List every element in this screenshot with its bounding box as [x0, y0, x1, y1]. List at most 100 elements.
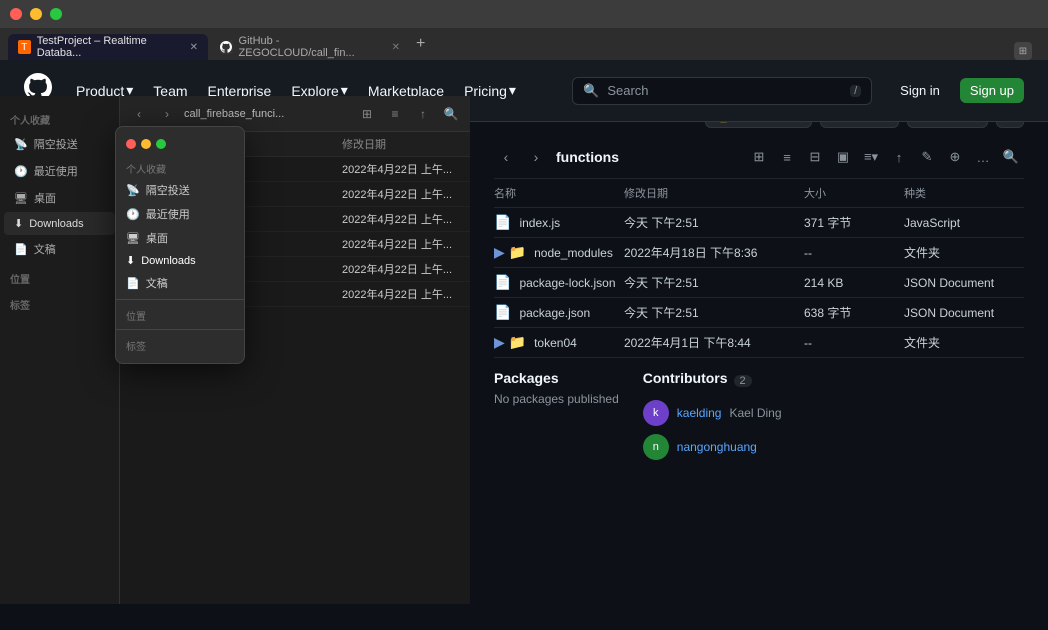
tab-close-2[interactable]: ✕ [392, 42, 400, 53]
finder-desktop-label: 桌面 [146, 230, 168, 246]
file-js-icon: 📄 [494, 214, 511, 231]
col-modified-header[interactable]: 修改日期 [624, 185, 804, 201]
table-row[interactable]: 📄 package.json 今天 下午2:51 638 字节 JSON Doc… [494, 298, 1024, 328]
fm-sidebar-tags-label: 标签 [0, 289, 119, 315]
fm-back-button[interactable]: ‹ [128, 103, 150, 125]
github-search[interactable]: 🔍 Search / [572, 77, 872, 105]
col-kind-header[interactable]: 种类 [904, 185, 1024, 201]
sidebar-sections: Packages No packages published Contribut… [470, 358, 1048, 460]
github-header-actions: Sign in Sign up [892, 78, 1024, 103]
popup-dot-green [156, 139, 166, 149]
finder-item-downloads[interactable]: ⬇ Downloads [116, 250, 244, 271]
fm-file-modified: 2022年4月22日 上午... [342, 236, 462, 252]
finder-desktop-icon: 🖥 [126, 232, 140, 245]
add-tab-button[interactable]: + [412, 35, 429, 53]
popup-dot-yellow [141, 139, 151, 149]
col-size-header[interactable]: 大小 [804, 185, 904, 201]
fm-sidebar-recent[interactable]: 🕐 最近使用 [4, 158, 115, 184]
contributor-avatar-1: k [643, 400, 669, 426]
ellipsis-button[interactable]: … [970, 144, 996, 170]
finder-item-documents[interactable]: 📄 文稿 [116, 271, 244, 295]
file-name-link[interactable]: index.js [519, 216, 560, 230]
upload-button[interactable]: ↑ [886, 144, 912, 170]
fm-sidebar-documents[interactable]: 📄 文稿 [4, 236, 115, 262]
file-size: 214 KB [804, 276, 904, 290]
view-action-button[interactable]: ≡▾ [858, 144, 884, 170]
explorer-back-button[interactable]: ‹ [494, 145, 518, 169]
view-columns-button[interactable]: ⊟ [802, 144, 828, 170]
finder-item-desktop[interactable]: 🖥 桌面 [116, 226, 244, 250]
finder-documents-label: 文稿 [146, 275, 168, 291]
window-minimize-dot[interactable] [30, 8, 42, 20]
contributor-name-2[interactable]: nangonghuang [677, 440, 757, 454]
fm-folder-modified: 2022年4月22日 上午... [342, 261, 462, 277]
explorer-view-buttons: ⊞ ≡ ⊟ ▣ ≡▾ ↑ ✎ ⊕ … 🔍 [746, 144, 1024, 170]
finder-divider-1 [116, 299, 244, 300]
signup-button[interactable]: Sign up [960, 78, 1024, 103]
folder-icon: ▶ 📁 [494, 334, 526, 351]
tab-close-1[interactable]: ✕ [190, 42, 198, 53]
explorer-nav: ‹ › [494, 145, 548, 169]
browser-tab-2[interactable]: GitHub - ZEGOCLOUD/call_fin... ✕ [210, 34, 410, 60]
finder-item-airdrop[interactable]: 📡 隔空投送 [116, 178, 244, 202]
fm-col-modified[interactable]: 修改日期 [342, 136, 462, 152]
search-button[interactable]: 🔍 [998, 144, 1024, 170]
fm-view-toggle-button[interactable]: ⊞ [356, 103, 378, 125]
finder-documents-icon: 📄 [126, 277, 140, 290]
contributor-name-1[interactable]: kaelding [677, 406, 722, 420]
view-grid-button[interactable]: ⊞ [746, 144, 772, 170]
finder-popup: 个人收藏 📡 隔空投送 🕐 最近使用 🖥 桌面 ⬇ Downloads 📄 文稿 [115, 126, 245, 364]
edit-button[interactable]: ✎ [914, 144, 940, 170]
contributor-item[interactable]: n nangonghuang [643, 434, 782, 460]
file-name-link[interactable]: token04 [534, 336, 577, 350]
file-json-icon: 📄 [494, 304, 511, 321]
documents-icon: 📄 [14, 243, 28, 256]
contributors-list: k kaelding Kael Ding n nangonghuang [643, 400, 782, 460]
add-button[interactable]: ⊕ [942, 144, 968, 170]
table-row[interactable]: 📄 package-lock.json 今天 下午2:51 214 KB JSO… [494, 268, 1024, 298]
file-modified: 今天 下午2:51 [624, 214, 804, 231]
airdrop-icon: 📡 [14, 138, 28, 151]
github-file-table: 名称 修改日期 大小 种类 📄 index.js 今天 下午2:51 371 字… [494, 179, 1024, 358]
finder-recent-icon: 🕐 [126, 208, 140, 221]
finder-item-recent[interactable]: 🕐 最近使用 [116, 202, 244, 226]
browser-extensions-icon[interactable]: ⊞ [1014, 42, 1032, 60]
fm-search-button[interactable]: 🔍 [440, 103, 462, 125]
fm-sidebar: 个人收藏 📡 隔空投送 🕐 最近使用 🖥 桌面 ⬇ Downloads 📄 文稿 [0, 96, 120, 604]
file-name-link[interactable]: package.json [519, 306, 590, 320]
window-maximize-dot[interactable] [50, 8, 62, 20]
fm-sort-button[interactable]: ≡ [384, 103, 406, 125]
file-name-link[interactable]: node_modules [534, 246, 613, 260]
file-name-link[interactable]: package-lock.json [519, 276, 615, 290]
nav-pricing[interactable]: Pricing ▾ [464, 82, 516, 99]
fm-sidebar-airdrop[interactable]: 📡 隔空投送 [4, 131, 115, 157]
browser-tab-active[interactable]: T TestProject – Realtime Databa... ✕ [8, 34, 208, 60]
file-table-header: 名称 修改日期 大小 种类 [494, 179, 1024, 208]
fm-sidebar-desktop[interactable]: 🖥 桌面 [4, 185, 115, 211]
explorer-forward-button[interactable]: › [524, 145, 548, 169]
col-name-header[interactable]: 名称 [494, 185, 624, 201]
file-kind: 文件夹 [904, 244, 1024, 261]
view-list-button[interactable]: ≡ [774, 144, 800, 170]
table-row[interactable]: 📄 index.js 今天 下午2:51 371 字节 JavaScript [494, 208, 1024, 238]
view-gallery-button[interactable]: ▣ [830, 144, 856, 170]
file-size: -- [804, 246, 904, 260]
main-content: 个人收藏 📡 隔空投送 🕐 最近使用 🖥 桌面 ⬇ Downloads 📄 文稿 [0, 96, 1048, 604]
fm-share-button[interactable]: ↑ [412, 103, 434, 125]
finder-section-tags: 标签 [116, 334, 244, 355]
fm-path-label: call_firebase_funci... [184, 108, 350, 120]
folder-icon: ▶ 📁 [494, 244, 526, 261]
fm-file-modified: 2022年4月22日 上午... [342, 286, 462, 302]
table-row[interactable]: ▶ 📁 token04 2022年4月1日 下午8:44 -- 文件夹 [494, 328, 1024, 358]
fm-forward-button[interactable]: › [156, 103, 178, 125]
table-row[interactable]: ▶ 📁 node_modules 2022年4月18日 下午8:36 -- 文件… [494, 238, 1024, 268]
fm-sidebar-downloads[interactable]: ⬇ Downloads [4, 212, 115, 235]
finder-downloads-label: Downloads [141, 255, 195, 267]
contributor-item[interactable]: k kaelding Kael Ding [643, 400, 782, 426]
contributor-display-1: Kael Ding [729, 406, 781, 420]
signin-button[interactable]: Sign in [892, 79, 948, 102]
window-close-dot[interactable] [10, 8, 22, 20]
browser-chrome: T TestProject – Realtime Databa... ✕ Git… [0, 0, 1048, 60]
file-modified: 今天 下午2:51 [624, 274, 804, 291]
tab-favicon-2 [220, 40, 233, 54]
